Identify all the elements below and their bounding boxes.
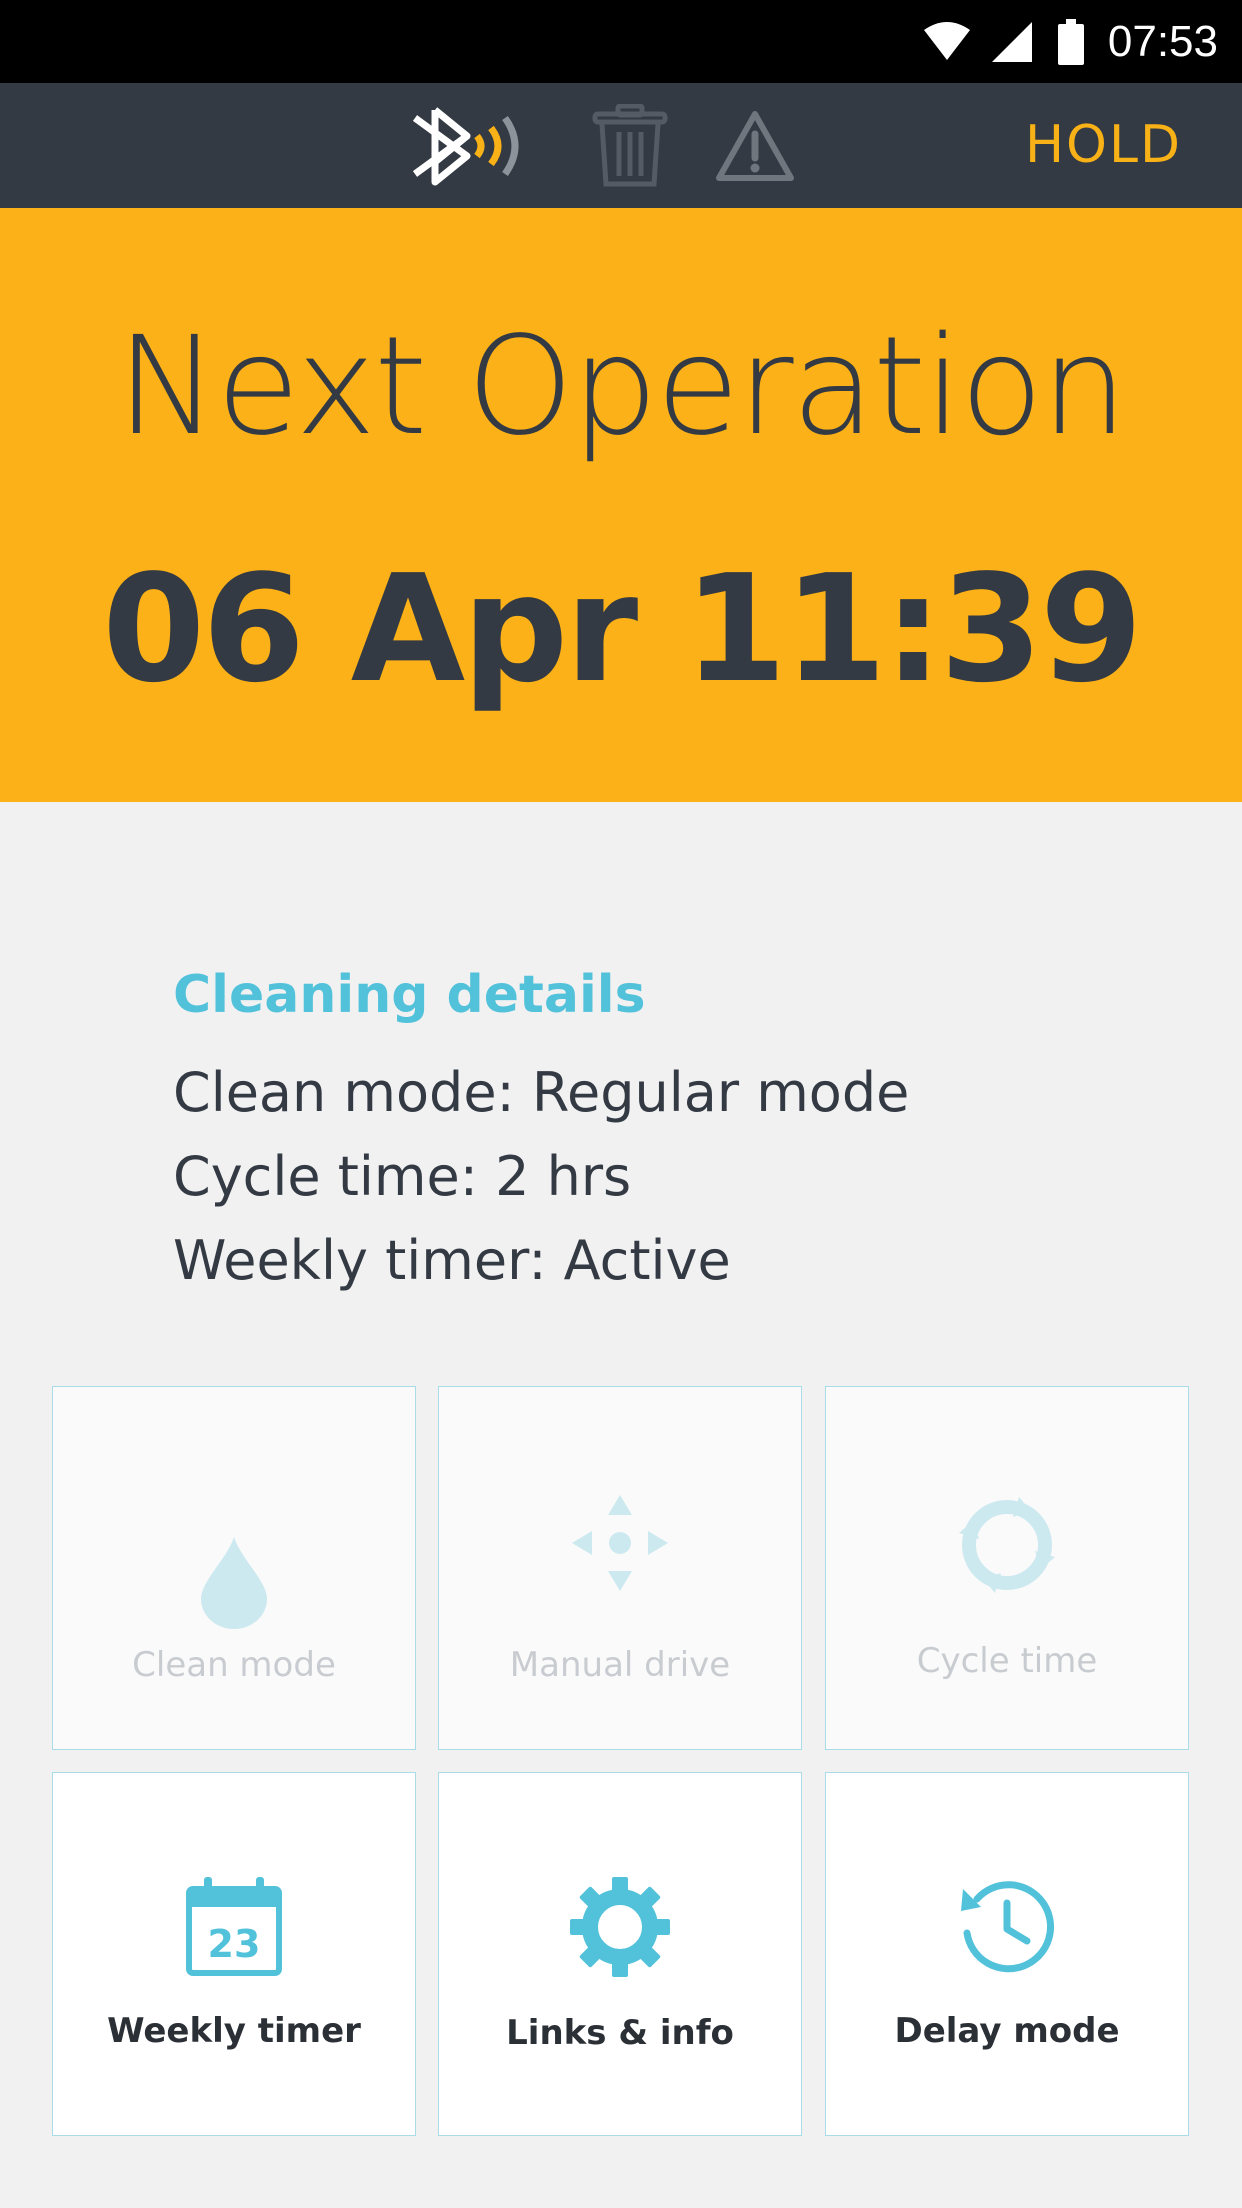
- next-operation-datetime: 06 Apr 11:39: [102, 543, 1143, 715]
- calendar-day: 23: [208, 1922, 261, 1966]
- clock-history-icon: [826, 1877, 1188, 1977]
- cycle-arrows-icon: [826, 1497, 1188, 1593]
- manual-drive-label: Manual drive: [509, 1645, 731, 1685]
- delay-mode-label: Delay mode: [894, 2011, 1120, 2051]
- toolbar: HOLD: [0, 83, 1242, 208]
- battery-icon: [1057, 18, 1084, 65]
- trash-icon[interactable]: [590, 83, 670, 208]
- signal-icon: [991, 21, 1032, 62]
- bluetooth-connected-icon[interactable]: [405, 83, 545, 208]
- status-time: 07:53: [1107, 16, 1218, 66]
- weekly-timer-label: Weekly timer: [107, 2011, 361, 2051]
- gear-icon: [439, 1877, 801, 1977]
- calendar-icon: 23: [53, 1877, 415, 1977]
- cycle-time-label: Cycle time: [916, 1641, 1098, 1681]
- delay-mode-tile[interactable]: Delay mode: [825, 1772, 1189, 2136]
- hold-button[interactable]: HOLD: [1025, 83, 1182, 208]
- cycle-time-tile[interactable]: Cycle time: [825, 1386, 1189, 1750]
- wifi-icon: [923, 21, 970, 62]
- manual-drive-tile[interactable]: Manual drive: [438, 1386, 802, 1750]
- detail-cycle-time: Cycle time: 2 hrs: [173, 1145, 632, 1208]
- cleaning-details: Cleaning details Clean mode: Regular mod…: [173, 965, 1073, 1303]
- droplet-icon: [53, 1537, 415, 1629]
- clean-mode-label: Clean mode: [132, 1645, 336, 1685]
- move-arrows-icon: [439, 1493, 801, 1593]
- links-info-tile[interactable]: Links & info: [438, 1772, 802, 2136]
- clean-mode-tile[interactable]: Clean mode: [52, 1386, 416, 1750]
- warning-icon[interactable]: [715, 83, 795, 208]
- cleaning-details-title: Cleaning details: [173, 965, 646, 1025]
- detail-clean-mode: Clean mode: Regular mode: [173, 1061, 910, 1124]
- next-operation-banner: Next Operation 06 Apr 11:39: [0, 208, 1242, 802]
- detail-weekly-timer: Weekly timer: Active: [173, 1229, 731, 1292]
- next-operation-title: Next Operation: [116, 308, 1128, 466]
- weekly-timer-tile[interactable]: 23 Weekly timer: [52, 1772, 416, 2136]
- status-bar: 07:53: [0, 0, 1242, 83]
- links-info-label: Links & info: [506, 2013, 734, 2053]
